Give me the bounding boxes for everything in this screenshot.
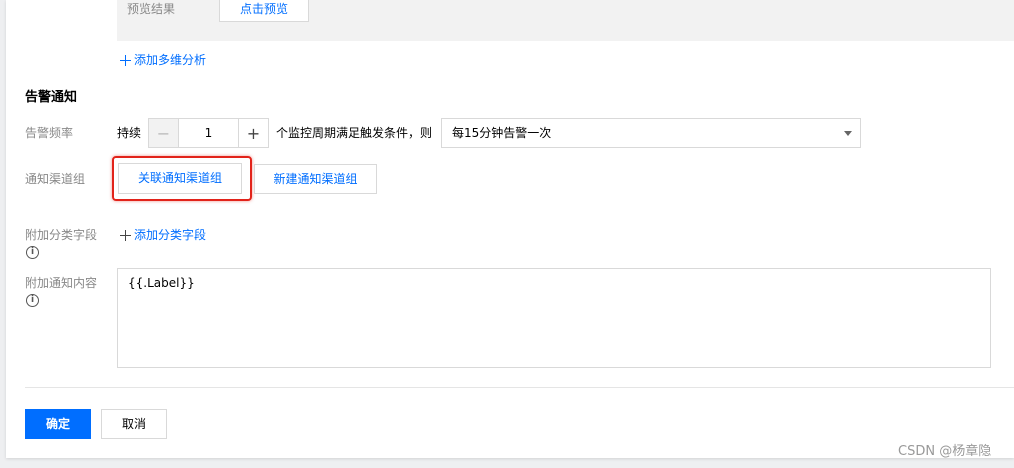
minus-icon[interactable]: − xyxy=(149,119,179,147)
add-field-label: 添加分类字段 xyxy=(134,228,207,242)
preview-label: 预览结果 xyxy=(127,2,176,16)
chevron-down-icon xyxy=(844,131,852,136)
watermark: CSDN @杨章隐 xyxy=(898,444,992,459)
section-title: 告警通知 xyxy=(25,90,78,105)
cycle-stepper: − 1 + xyxy=(148,118,269,148)
frequency-select-value: 每15分钟告警一次 xyxy=(452,126,552,140)
add-multi-analysis-link[interactable]: 添加多维分析 xyxy=(120,51,206,69)
plus-icon[interactable]: + xyxy=(238,119,268,147)
preview-area: 预览结果 点击预览 xyxy=(117,0,1014,41)
plus-icon xyxy=(120,54,131,66)
cancel-button[interactable]: 取消 xyxy=(101,409,167,439)
channel-group-label: 通知渠道组 xyxy=(25,172,86,186)
frequency-select[interactable]: 每15分钟告警一次 xyxy=(441,118,861,148)
page: 预览结果 点击预览 添加多维分析 告警通知 告警频率 持续 − 1 + 个监控周… xyxy=(0,0,1014,468)
info-icon[interactable]: i xyxy=(26,246,39,259)
info-icon[interactable]: i xyxy=(26,294,39,307)
stepper-value[interactable]: 1 xyxy=(179,119,238,147)
plus-icon xyxy=(120,229,131,241)
confirm-button[interactable]: 确定 xyxy=(25,409,91,439)
new-channel-group-button[interactable]: 新建通知渠道组 xyxy=(254,164,377,194)
extra-field-label: 附加分类字段 xyxy=(25,228,98,242)
add-multi-analysis-label: 添加多维分析 xyxy=(134,53,207,67)
preview-button[interactable]: 点击预览 xyxy=(219,0,309,22)
cycle-text: 个监控周期满足触发条件，则 xyxy=(276,126,433,140)
extra-content-label: 附加通知内容 xyxy=(25,276,98,290)
link-channel-group-button[interactable]: 关联通知渠道组 xyxy=(118,163,242,194)
frequency-label: 告警频率 xyxy=(25,126,74,140)
extra-content-textarea[interactable]: {{.Label}} xyxy=(117,268,991,368)
add-field-link[interactable]: 添加分类字段 xyxy=(120,226,206,244)
persist-text: 持续 xyxy=(117,126,142,140)
divider xyxy=(25,387,1014,388)
